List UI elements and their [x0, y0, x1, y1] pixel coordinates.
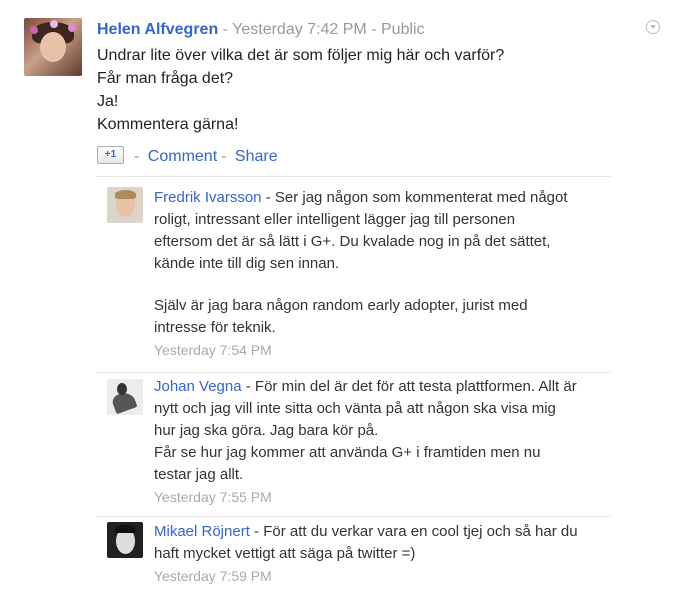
- comment-body: Johan Vegna - För min del är det för att…: [154, 376, 609, 508]
- comment-text: - För att du verkar vara en cool tjej oc…: [254, 523, 578, 540]
- commenter-name[interactable]: Fredrik Ivarsson: [154, 189, 262, 206]
- commenter-name[interactable]: Mikael Röjnert: [154, 523, 250, 540]
- post-visibility[interactable]: Public: [381, 21, 425, 38]
- header-separator: -: [222, 21, 228, 38]
- post-options-dropdown-icon[interactable]: [646, 20, 660, 34]
- avatar-flower-decoration: [30, 26, 38, 34]
- action-separator: -: [134, 148, 140, 166]
- comment-timestamp[interactable]: Yesterday 7:59 PM: [154, 565, 609, 587]
- comment-text: eftersom det är så lätt i G+. Du kvalade…: [154, 233, 551, 250]
- comment-line-first: Johan Vegna - För min del är det för att…: [154, 376, 609, 398]
- avatar-face: [40, 32, 66, 62]
- post-timestamp[interactable]: Yesterday 7:42 PM: [232, 21, 367, 38]
- share-link[interactable]: Share: [235, 148, 278, 165]
- comment-item: Mikael Röjnert - För att du verkar vara …: [97, 516, 611, 593]
- comment-text: kände inte till dig sen innan.: [154, 255, 340, 272]
- action-separator: -: [221, 148, 227, 166]
- comment-text: Själv är jag bara någon random early ado…: [154, 297, 528, 314]
- comments-list: Fredrik Ivarsson - Ser jag någon som kom…: [97, 176, 611, 593]
- comment-body: Fredrik Ivarsson - Ser jag någon som kom…: [154, 187, 609, 361]
- commenter-avatar[interactable]: [107, 187, 143, 223]
- comment-text: intresse för teknik.: [154, 319, 276, 336]
- comment-text: - För min del är det för att testa platt…: [245, 378, 577, 395]
- post-line: Kommentera gärna!: [97, 116, 239, 133]
- commenter-name[interactable]: Johan Vegna: [154, 378, 242, 395]
- post-author-name[interactable]: Helen Alfvegren: [97, 21, 218, 38]
- comment-text: - Ser jag någon som kommenterat med någo…: [265, 189, 568, 206]
- comment-line-first: Fredrik Ivarsson - Ser jag någon som kom…: [154, 187, 609, 209]
- avatar-hair: [115, 190, 136, 199]
- post-actions: +1- Comment - Share: [97, 146, 278, 166]
- author-avatar[interactable]: [24, 18, 82, 76]
- comment-item: Fredrik Ivarsson - Ser jag någon som kom…: [97, 176, 611, 372]
- avatar-face: [117, 383, 127, 395]
- post-body: Undrar lite över vilka det är som följer…: [97, 44, 504, 136]
- comment-text: hur jag ska göra. Jag bara kör på.: [154, 422, 379, 439]
- avatar-flower-decoration: [50, 20, 58, 28]
- comment-blank-line: [154, 275, 609, 295]
- comment-body: Mikael Röjnert - För att du verkar vara …: [154, 521, 609, 587]
- comment-item: Johan Vegna - För min del är det för att…: [97, 372, 611, 516]
- post-line: Undrar lite över vilka det är som följer…: [97, 47, 505, 64]
- post-line: Får man fråga det?: [97, 70, 234, 87]
- plus-one-button[interactable]: +1: [97, 146, 124, 164]
- comment-text: haft mycket vettigt att säga på twitter …: [154, 545, 416, 562]
- header-separator: -: [371, 21, 377, 38]
- comment-text: roligt, intressant eller intelligent läg…: [154, 211, 516, 228]
- post-line: Ja!: [97, 93, 119, 110]
- comment-line-first: Mikael Röjnert - För att du verkar vara …: [154, 521, 609, 543]
- avatar-flower-decoration: [68, 24, 76, 32]
- commenter-avatar[interactable]: [107, 522, 143, 558]
- post-header: Helen Alfvegren - Yesterday 7:42 PM - Pu…: [97, 21, 425, 39]
- commenter-avatar[interactable]: [107, 379, 143, 415]
- comment-timestamp[interactable]: Yesterday 7:54 PM: [154, 339, 609, 361]
- comment-text: nytt och jag vill inte sitta och vänta p…: [154, 400, 556, 417]
- comment-text: testar jag allt.: [154, 466, 244, 483]
- comment-text: Får se hur jag kommer att använda G+ i f…: [154, 444, 541, 461]
- comment-timestamp[interactable]: Yesterday 7:55 PM: [154, 486, 609, 508]
- avatar-hair: [115, 525, 136, 533]
- comment-link[interactable]: Comment: [148, 148, 217, 165]
